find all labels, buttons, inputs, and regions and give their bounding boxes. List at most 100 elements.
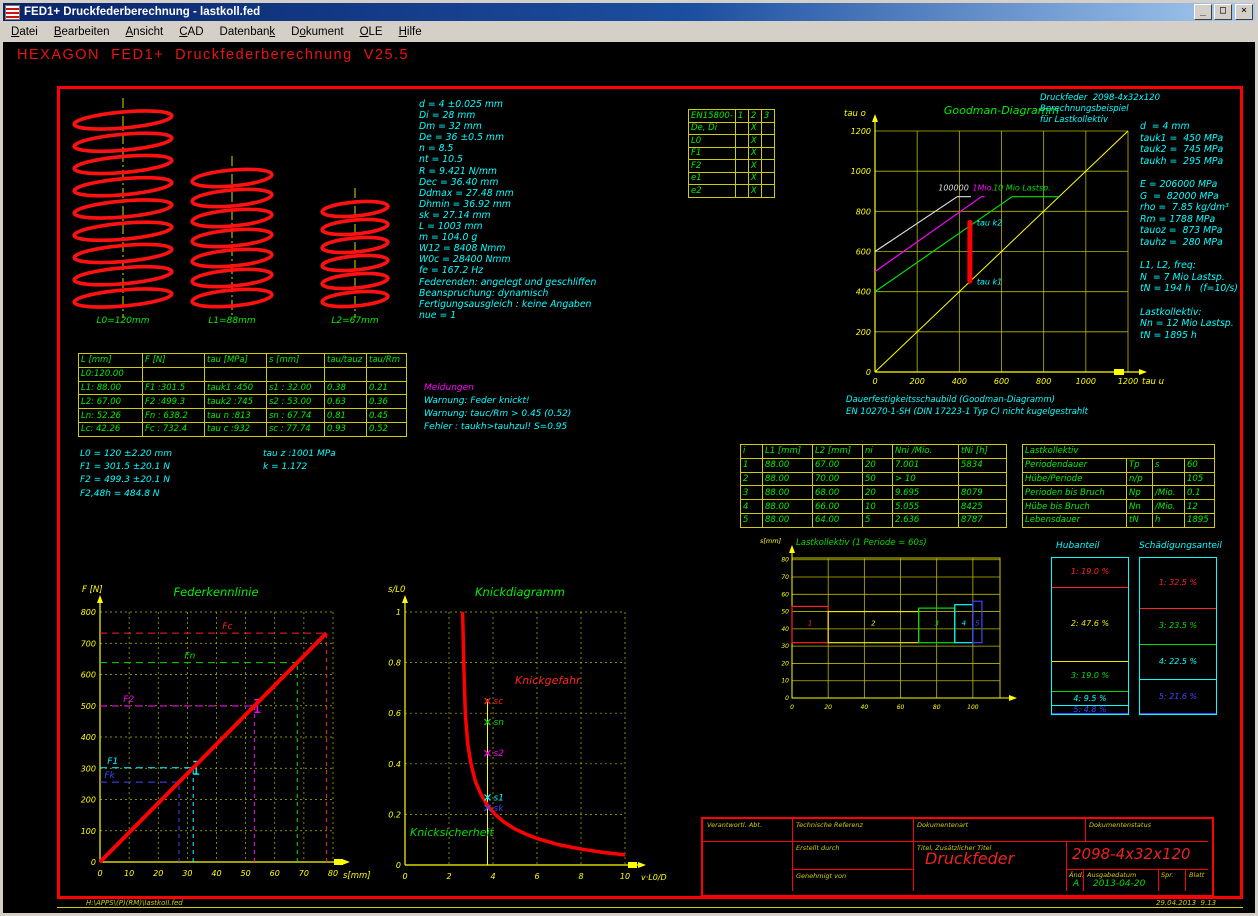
menu-datenbank[interactable]: Datenbank: [212, 24, 284, 40]
menu-hilfe[interactable]: Hilfe: [391, 24, 430, 40]
svg-text:tau k2: tau k2: [977, 218, 1002, 227]
table-row: e2X: [689, 185, 775, 198]
svg-text:sk: sk: [494, 804, 505, 814]
text-line: nt = 10.5: [419, 154, 596, 165]
text-line: Federenden: angelegt und geschliffen: [419, 277, 596, 288]
table-row: Lc: 42.26Fc : 732.4tau c :932sc : 77.740…: [79, 422, 407, 436]
spring-drawings: L0=120mmL1=88mmL2=67mm: [60, 95, 400, 330]
text-line: E = 206000 MPa: [1140, 179, 1238, 191]
issue-date-value: 2013-04-20: [1093, 879, 1145, 889]
table-row: Hübe/Perioden/p105: [1023, 472, 1215, 486]
table-row: 188.0067.00207.0015834: [741, 458, 1007, 472]
text-line: L1, L2, freq:: [1140, 260, 1238, 272]
table-row: L [mm]F [N]tau [MPa]s [mm]tau/tauztau/Rm: [79, 354, 407, 368]
text-line: n = 8.5: [419, 143, 596, 154]
svg-text:600: 600: [81, 671, 96, 680]
svg-text:6: 6: [534, 872, 539, 881]
svg-text:8: 8: [578, 872, 583, 881]
text-line: Di = 28 mm: [419, 110, 596, 121]
menu-bearbeiten[interactable]: Bearbeiten: [46, 24, 118, 40]
svg-text:Fn: Fn: [184, 652, 195, 662]
text-line: tauoz = 873 MPa: [1140, 225, 1238, 237]
maximize-button[interactable]: □: [1214, 4, 1232, 20]
svg-text:tau o: tau o: [844, 109, 866, 119]
text-line: tauk1 = 450 MPa: [1140, 133, 1238, 145]
svg-text:10: 10: [781, 678, 789, 685]
text-line: EN 10270-1-SH (DIN 17223-1 Typ C) nicht …: [846, 407, 1088, 419]
svg-text:80: 80: [328, 869, 338, 878]
menu-ole[interactable]: OLE: [352, 24, 391, 40]
svg-text:10: 10: [124, 869, 134, 878]
text-line: k = 1.172: [263, 461, 336, 474]
table-row: L1: 88.00F1 :301.5tauk1 :450s1 : 32.000.…: [79, 381, 407, 395]
text-line: L0 = 120 ±2.20 mm: [80, 448, 172, 461]
svg-text:600: 600: [856, 248, 871, 257]
svg-text:800: 800: [856, 207, 871, 216]
svg-text:0: 0: [91, 858, 96, 867]
menu-ansicht[interactable]: Ansicht: [118, 24, 172, 40]
svg-text:sc: sc: [494, 697, 504, 707]
text-line: m = 104.0 g: [419, 232, 596, 243]
svg-text:200: 200: [910, 377, 925, 386]
text-line: Rm = 1788 MPa: [1140, 214, 1238, 226]
svg-text:tau u: tau u: [1142, 377, 1164, 387]
svg-text:Lastkollektiv (1 Periode = 60s: Lastkollektiv (1 Periode = 60s): [796, 538, 927, 548]
svg-text:100000: 100000: [938, 184, 969, 193]
svg-text:80: 80: [933, 704, 941, 711]
load-collective-table: iL1 [mm]L2 [mm]niNni /Mio.tNi [h]188.006…: [740, 444, 1007, 528]
svg-text:1: 1: [808, 620, 812, 628]
svg-text:500: 500: [81, 702, 96, 711]
svg-text:20: 20: [153, 869, 163, 878]
table-row: PeriodendauerTps60: [1023, 458, 1215, 472]
svg-text:Fk: Fk: [104, 771, 115, 781]
titleblock-label: Technische Referenz: [796, 821, 863, 829]
text-line: d = 4 ±0.025 mm: [419, 99, 596, 110]
text-line: sk = 27.14 mm: [419, 210, 596, 221]
svg-text:Knickdiagramm: Knickdiagramm: [475, 585, 565, 599]
text-line: [1140, 295, 1238, 307]
text-line: G = 82000 MPa: [1140, 191, 1238, 203]
svg-text:20: 20: [824, 704, 832, 711]
goodman-caption: Dauerfestigkeitsschaubild (Goodman-Diagr…: [846, 395, 1088, 418]
messages-block: MeldungenWarnung: Feder knickt!Warnung: …: [424, 382, 571, 434]
table-row: L0X: [689, 135, 775, 148]
menu-datei[interactable]: Datei: [3, 24, 46, 40]
menu-cad[interactable]: CAD: [171, 24, 211, 40]
table-row: e1X: [689, 172, 775, 185]
svg-text:70: 70: [299, 869, 309, 878]
table-row: F2X: [689, 160, 775, 173]
titleblock-label: Änd.: [1069, 871, 1084, 879]
table-row: F1X: [689, 147, 775, 160]
text-line: Berechnungsbeispiel: [1040, 104, 1160, 115]
material-data: d = 4 mmtauk1 = 450 MPatauk2 = 745 MPata…: [1140, 121, 1238, 341]
text-line: d = 4 mm: [1140, 121, 1238, 133]
menu-dokument[interactable]: Dokument: [283, 24, 351, 40]
svg-text:600: 600: [994, 377, 1009, 386]
table-row: LebensdauertNh1895: [1023, 513, 1215, 527]
minimize-button[interactable]: _: [1194, 4, 1212, 20]
svg-text:60: 60: [270, 869, 280, 878]
svg-text:4: 4: [490, 872, 495, 881]
titleblock-label: Spr.: [1161, 871, 1173, 879]
titleblock-label: Dokumentenstatus: [1089, 821, 1151, 829]
titleblock-label: Verantwortl. Abt.: [707, 821, 762, 829]
svg-text:0: 0: [866, 368, 871, 377]
svg-text:s[mm]: s[mm]: [760, 537, 782, 545]
window-title: FED1+ Druckfederberechnung - lastkoll.fe…: [24, 6, 1192, 18]
svg-text:0: 0: [790, 704, 794, 711]
goodman-diagram: 0020020040040060060080080010001000120012…: [840, 92, 1160, 392]
text-line: fe = 167.2 Hz: [419, 265, 596, 276]
share-segment: 2: 47.6 %: [1052, 588, 1128, 662]
table-row: 288.0070.0050> 10: [741, 472, 1007, 486]
svg-text:40: 40: [861, 704, 869, 711]
text-line: L = 1003 mm: [419, 221, 596, 232]
close-button[interactable]: ×: [1235, 4, 1253, 20]
text-line: F2,48h = 484.8 N: [80, 488, 172, 501]
drawing-title: Druckfeder: [925, 849, 1014, 868]
svg-text:70: 70: [781, 574, 789, 581]
titleblock-label: Blatt: [1189, 871, 1204, 879]
messages-title: Meldungen: [424, 382, 571, 395]
svg-text:tau k1: tau k1: [977, 278, 1002, 287]
svg-text:L2=67mm: L2=67mm: [331, 316, 379, 326]
svg-text:10: 10: [620, 872, 630, 881]
